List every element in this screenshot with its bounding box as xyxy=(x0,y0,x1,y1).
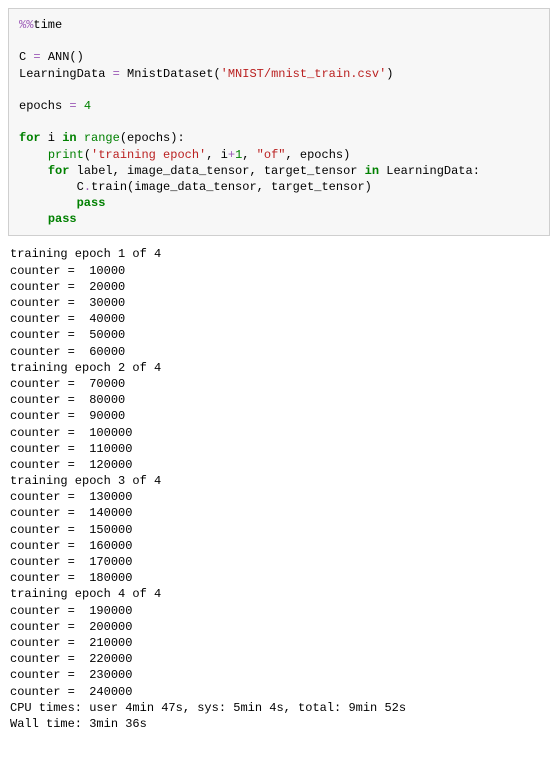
output-line: counter = 200000 xyxy=(10,619,548,635)
output-line: counter = 130000 xyxy=(10,489,548,505)
code-token: train(image_data_tensor, target_tensor) xyxy=(91,180,372,194)
output-line: counter = 50000 xyxy=(10,327,548,343)
indent xyxy=(19,212,48,226)
output-line: counter = 160000 xyxy=(10,538,548,554)
operator: = xyxy=(113,67,120,81)
code-line xyxy=(19,114,539,130)
output-line: counter = 190000 xyxy=(10,603,548,619)
output-line: counter = 100000 xyxy=(10,425,548,441)
number-literal: 4 xyxy=(84,99,91,113)
code-line: print('training epoch', i+1, "of", epoch… xyxy=(19,147,539,163)
code-line xyxy=(19,33,539,49)
output-line: training epoch 2 of 4 xyxy=(10,360,548,376)
output-line: counter = 70000 xyxy=(10,376,548,392)
code-token: LearningData xyxy=(19,67,113,81)
output-line: training epoch 3 of 4 xyxy=(10,473,548,489)
output-line: counter = 60000 xyxy=(10,344,548,360)
output-line: counter = 180000 xyxy=(10,570,548,586)
operator: = xyxy=(69,99,76,113)
output-line: counter = 40000 xyxy=(10,311,548,327)
code-token: epochs xyxy=(19,99,69,113)
code-token: LearningData: xyxy=(379,164,480,178)
builtin-range: range xyxy=(84,131,120,145)
output-line: counter = 230000 xyxy=(10,667,548,683)
code-line: pass xyxy=(19,211,539,227)
string-literal: 'MNIST/mnist_train.csv' xyxy=(221,67,387,81)
magic-prefix: %% xyxy=(19,18,33,32)
output-line: counter = 30000 xyxy=(10,295,548,311)
output-line: counter = 240000 xyxy=(10,684,548,700)
output-line: training epoch 4 of 4 xyxy=(10,586,548,602)
output-line: counter = 140000 xyxy=(10,505,548,521)
output-line: Wall time: 3min 36s xyxy=(10,716,548,732)
output-line: counter = 210000 xyxy=(10,635,548,651)
code-line: %%time xyxy=(19,17,539,33)
output-line: counter = 110000 xyxy=(10,441,548,457)
code-token: i xyxy=(41,131,63,145)
keyword-for: for xyxy=(19,131,41,145)
code-line: epochs = 4 xyxy=(19,98,539,114)
output-line: counter = 170000 xyxy=(10,554,548,570)
code-token: ) xyxy=(386,67,393,81)
code-token: MnistDataset( xyxy=(120,67,221,81)
code-token: ANN() xyxy=(48,50,84,64)
output-line: counter = 120000 xyxy=(10,457,548,473)
string-literal: 'training epoch' xyxy=(91,148,206,162)
code-cell[interactable]: %%time C = ANN()LearningData = MnistData… xyxy=(8,8,550,236)
magic-name: time xyxy=(33,18,62,32)
keyword-in: in xyxy=(365,164,379,178)
output-cell: training epoch 1 of 4counter = 10000coun… xyxy=(8,242,550,740)
code-token xyxy=(77,99,84,113)
code-line: C.train(image_data_tensor, target_tensor… xyxy=(19,179,539,195)
code-token: C xyxy=(19,50,33,64)
output-line: counter = 80000 xyxy=(10,392,548,408)
code-line xyxy=(19,82,539,98)
code-token xyxy=(77,131,84,145)
code-token: , i xyxy=(206,148,228,162)
output-line: counter = 90000 xyxy=(10,408,548,424)
code-line: C = ANN() xyxy=(19,49,539,65)
code-token: , xyxy=(242,148,256,162)
operator: + xyxy=(228,148,235,162)
code-token: (epochs): xyxy=(120,131,185,145)
output-line: training epoch 1 of 4 xyxy=(10,246,548,262)
output-line: CPU times: user 4min 47s, sys: 5min 4s, … xyxy=(10,700,548,716)
string-literal: "of" xyxy=(257,148,286,162)
operator: = xyxy=(33,50,40,64)
output-line: counter = 10000 xyxy=(10,263,548,279)
keyword-for: for xyxy=(48,164,70,178)
keyword-pass: pass xyxy=(77,196,106,210)
keyword-pass: pass xyxy=(48,212,77,226)
code-token xyxy=(41,50,48,64)
code-token: ( xyxy=(84,148,91,162)
code-token: , epochs) xyxy=(285,148,350,162)
output-line: counter = 150000 xyxy=(10,522,548,538)
code-token: label, image_data_tensor, target_tensor xyxy=(69,164,364,178)
indent xyxy=(19,148,48,162)
output-line: counter = 20000 xyxy=(10,279,548,295)
code-token: C xyxy=(19,180,84,194)
builtin-print: print xyxy=(48,148,84,162)
output-line: counter = 220000 xyxy=(10,651,548,667)
code-line: LearningData = MnistDataset('MNIST/mnist… xyxy=(19,66,539,82)
code-line: for label, image_data_tensor, target_ten… xyxy=(19,163,539,179)
keyword-in: in xyxy=(62,131,76,145)
notebook-cell-pair: %%time C = ANN()LearningData = MnistData… xyxy=(0,0,558,748)
code-line: pass xyxy=(19,195,539,211)
code-line: for i in range(epochs): xyxy=(19,130,539,146)
indent xyxy=(19,196,77,210)
operator: . xyxy=(84,180,91,194)
indent xyxy=(19,164,48,178)
